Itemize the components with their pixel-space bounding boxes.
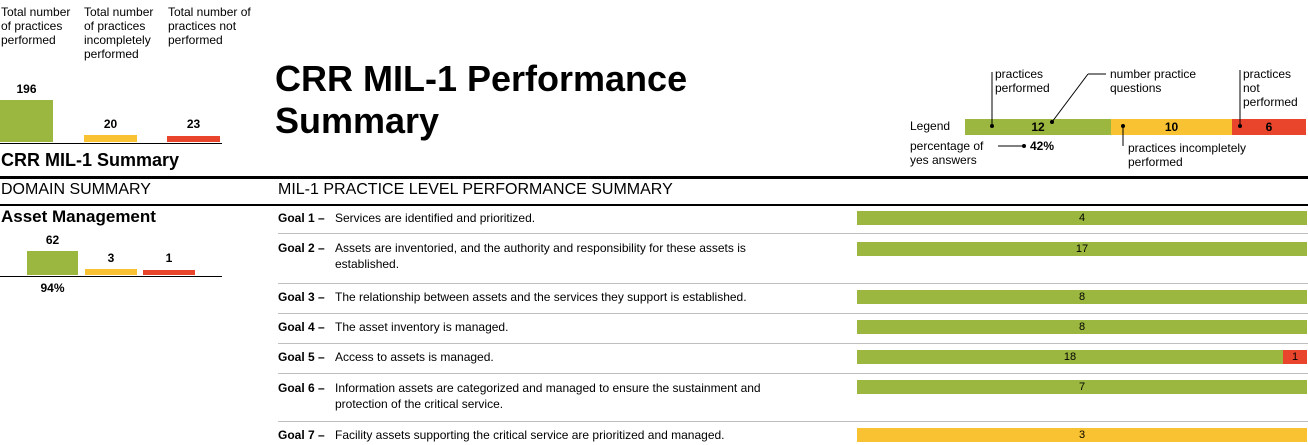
section-divider-top — [0, 176, 1308, 179]
summary-not-performed-value: 23 — [186, 117, 201, 131]
goal-label: Goal 4 – — [278, 320, 325, 334]
page-title: CRR MIL-1 Performance Summary — [275, 58, 688, 141]
summary-incomplete-bar — [84, 135, 137, 142]
goal-bar: 7 — [857, 380, 1307, 394]
summary-performed-value: 196 — [16, 82, 37, 96]
row-divider — [278, 343, 1308, 344]
row-divider — [278, 373, 1308, 374]
goal-label: Goal 1 – — [278, 211, 325, 225]
goal-text: The asset inventory is managed. — [335, 320, 509, 334]
goal-label: Goal 2 – — [278, 241, 325, 255]
summary-baseline — [0, 143, 222, 144]
row-divider — [278, 233, 1308, 234]
performed-segment: 8 — [857, 290, 1307, 304]
goal-text: Facility assets supporting the critical … — [335, 428, 725, 442]
domain-performed-bar — [27, 251, 78, 275]
goal-text: Assets are inventoried, and the authorit… — [335, 241, 746, 271]
domain-not-performed-bar — [143, 270, 195, 275]
goal-label: Goal 6 – — [278, 381, 325, 395]
domain-not-performed-value: 1 — [165, 251, 173, 265]
domain-incomplete-value: 3 — [107, 251, 115, 265]
row-divider — [278, 313, 1308, 314]
domain-percentage: 94% — [40, 281, 65, 295]
domain-name: Asset Management — [1, 207, 156, 226]
summary-not-performed-bar — [167, 136, 220, 142]
domain-summary-heading: DOMAIN SUMMARY — [1, 181, 151, 198]
performed-segment: 18 — [857, 350, 1283, 364]
goal-bar: 4 — [857, 211, 1307, 225]
goal-bar: 18 1 — [857, 350, 1307, 364]
practice-summary-heading: MIL-1 PRACTICE LEVEL PERFORMANCE SUMMARY — [278, 181, 673, 198]
summary-header-not-performed: Total number of practices not performed — [168, 5, 251, 47]
row-divider — [278, 421, 1308, 422]
summary-label: CRR MIL-1 Summary — [1, 150, 180, 170]
goal-bar: 8 — [857, 290, 1307, 304]
legend-callout-lines — [990, 70, 1242, 148]
goal-bar: 8 — [857, 320, 1307, 334]
incomplete-segment: 3 — [857, 428, 1307, 442]
row-divider — [278, 283, 1308, 284]
goal-text: Services are identified and prioritized. — [335, 211, 536, 225]
performed-segment: 4 — [857, 211, 1307, 225]
goal-label: Goal 3 – — [278, 290, 325, 304]
summary-header-incomplete: Total number of practices incompletely p… — [84, 5, 154, 61]
performed-segment: 17 — [857, 242, 1307, 256]
goal-text: Access to assets is managed. — [335, 350, 494, 364]
domain-performed-value: 62 — [45, 233, 60, 247]
goal-bar: 17 — [857, 242, 1307, 256]
goal-label: Goal 5 – — [278, 350, 325, 364]
domain-baseline — [0, 276, 222, 277]
goal-text: Information assets are categorized and m… — [335, 381, 761, 411]
summary-header-performed: Total number of practices performed — [1, 5, 71, 47]
performed-segment: 8 — [857, 320, 1307, 334]
section-divider-bottom — [0, 204, 1308, 206]
domain-incomplete-bar — [85, 269, 137, 275]
not-performed-segment: 1 — [1283, 350, 1307, 364]
goal-label: Goal 7 – — [278, 428, 325, 442]
summary-performed-bar — [0, 100, 53, 142]
goal-bar: 3 — [857, 428, 1307, 442]
goal-text: The relationship between assets and the … — [335, 290, 747, 304]
performed-segment: 7 — [857, 380, 1307, 394]
summary-incomplete-value: 20 — [103, 117, 118, 131]
